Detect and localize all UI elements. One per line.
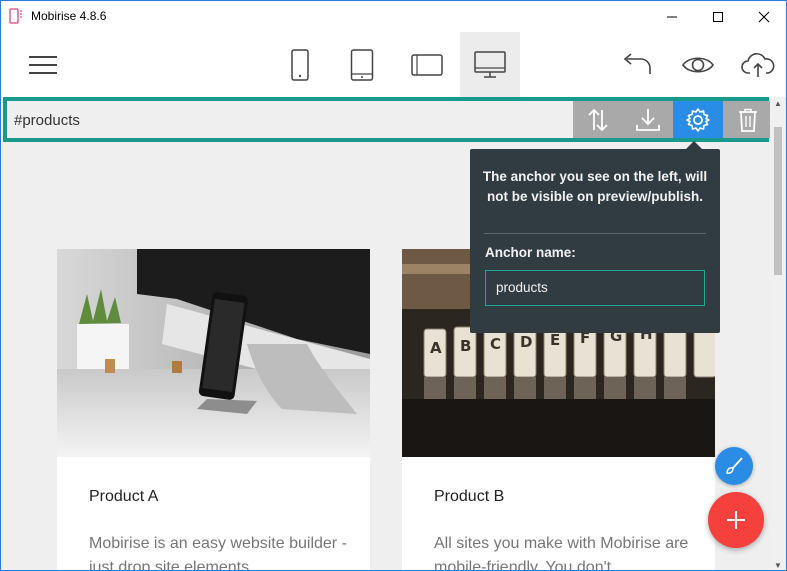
tablet-landscape-icon <box>411 53 443 76</box>
anchor-name-input[interactable]: products <box>485 270 705 306</box>
app-window: Mobirise 4.8.6 #products Product A Mobir… <box>0 0 787 571</box>
anchor-block[interactable]: #products <box>3 97 772 142</box>
add-block-button[interactable] <box>708 492 764 548</box>
hamburger-menu-icon <box>29 55 57 74</box>
delete-block-button[interactable] <box>723 101 772 138</box>
publish-button[interactable] <box>735 32 781 97</box>
gear-icon <box>686 107 710 132</box>
scroll-down-arrow-icon[interactable]: ▼ <box>774 561 782 570</box>
download-icon <box>636 108 660 131</box>
popover-arrow <box>686 141 702 149</box>
preview-button[interactable] <box>675 32 721 97</box>
product-card[interactable]: Product A Mobirise is an easy website bu… <box>57 249 370 571</box>
svg-text:B: B <box>460 337 471 355</box>
svg-text:C: C <box>490 335 501 353</box>
tablet-icon <box>350 48 374 81</box>
product-a-image <box>57 249 370 457</box>
vertical-scrollbar[interactable]: ▲ ▼ <box>770 97 786 570</box>
anchor-text: #products <box>14 112 80 129</box>
undo-icon <box>623 52 651 74</box>
window-title: Mobirise 4.8.6 <box>31 9 107 23</box>
desktop-icon <box>474 50 506 78</box>
main-toolbar <box>1 32 786 97</box>
cloud-upload-icon <box>741 52 775 77</box>
card-text: Mobirise is an easy website builder - ju… <box>89 535 347 571</box>
trash-icon <box>739 108 757 132</box>
tablet-view-button[interactable] <box>339 32 385 97</box>
reorder-block-button[interactable] <box>573 101 623 138</box>
anchor-settings-popover: The anchor you see on the left, will not… <box>470 141 720 333</box>
reorder-icon <box>588 108 608 131</box>
block-settings-button[interactable] <box>673 101 723 138</box>
mobirise-app-icon <box>9 8 23 24</box>
svg-text:A: A <box>430 339 442 357</box>
phone-icon <box>291 48 309 81</box>
design-button[interactable] <box>715 447 753 485</box>
anchor-visibility-note: The anchor you see on the left, will not… <box>482 169 708 204</box>
svg-text:D: D <box>520 333 532 351</box>
scrollbar-thumb[interactable] <box>774 127 782 275</box>
tablet-landscape-view-button[interactable] <box>399 32 455 97</box>
title-bar: Mobirise 4.8.6 <box>1 1 786 32</box>
brush-icon <box>726 457 743 474</box>
card-text: All sites you make with Mobirise are mob… <box>434 535 689 571</box>
svg-text:E: E <box>550 331 560 349</box>
card-title: Product A <box>89 488 159 505</box>
menu-button[interactable] <box>23 32 63 97</box>
desktop-view-button[interactable] <box>460 32 520 97</box>
block-tools <box>573 101 772 138</box>
maximize-button[interactable] <box>695 1 741 32</box>
plus-icon <box>727 511 745 529</box>
undo-button[interactable] <box>613 32 659 97</box>
phone-view-button[interactable] <box>278 32 322 97</box>
anchor-name-label: Anchor name: <box>485 245 576 260</box>
divider <box>484 233 706 234</box>
close-button[interactable] <box>741 1 786 32</box>
card-title: Product B <box>434 488 505 505</box>
save-block-button[interactable] <box>623 101 673 138</box>
page-canvas: #products Product A Mobirise is an easy … <box>1 97 772 571</box>
minimize-button[interactable] <box>649 1 695 32</box>
eye-icon <box>682 56 714 73</box>
scroll-up-arrow-icon[interactable]: ▲ <box>774 99 782 108</box>
